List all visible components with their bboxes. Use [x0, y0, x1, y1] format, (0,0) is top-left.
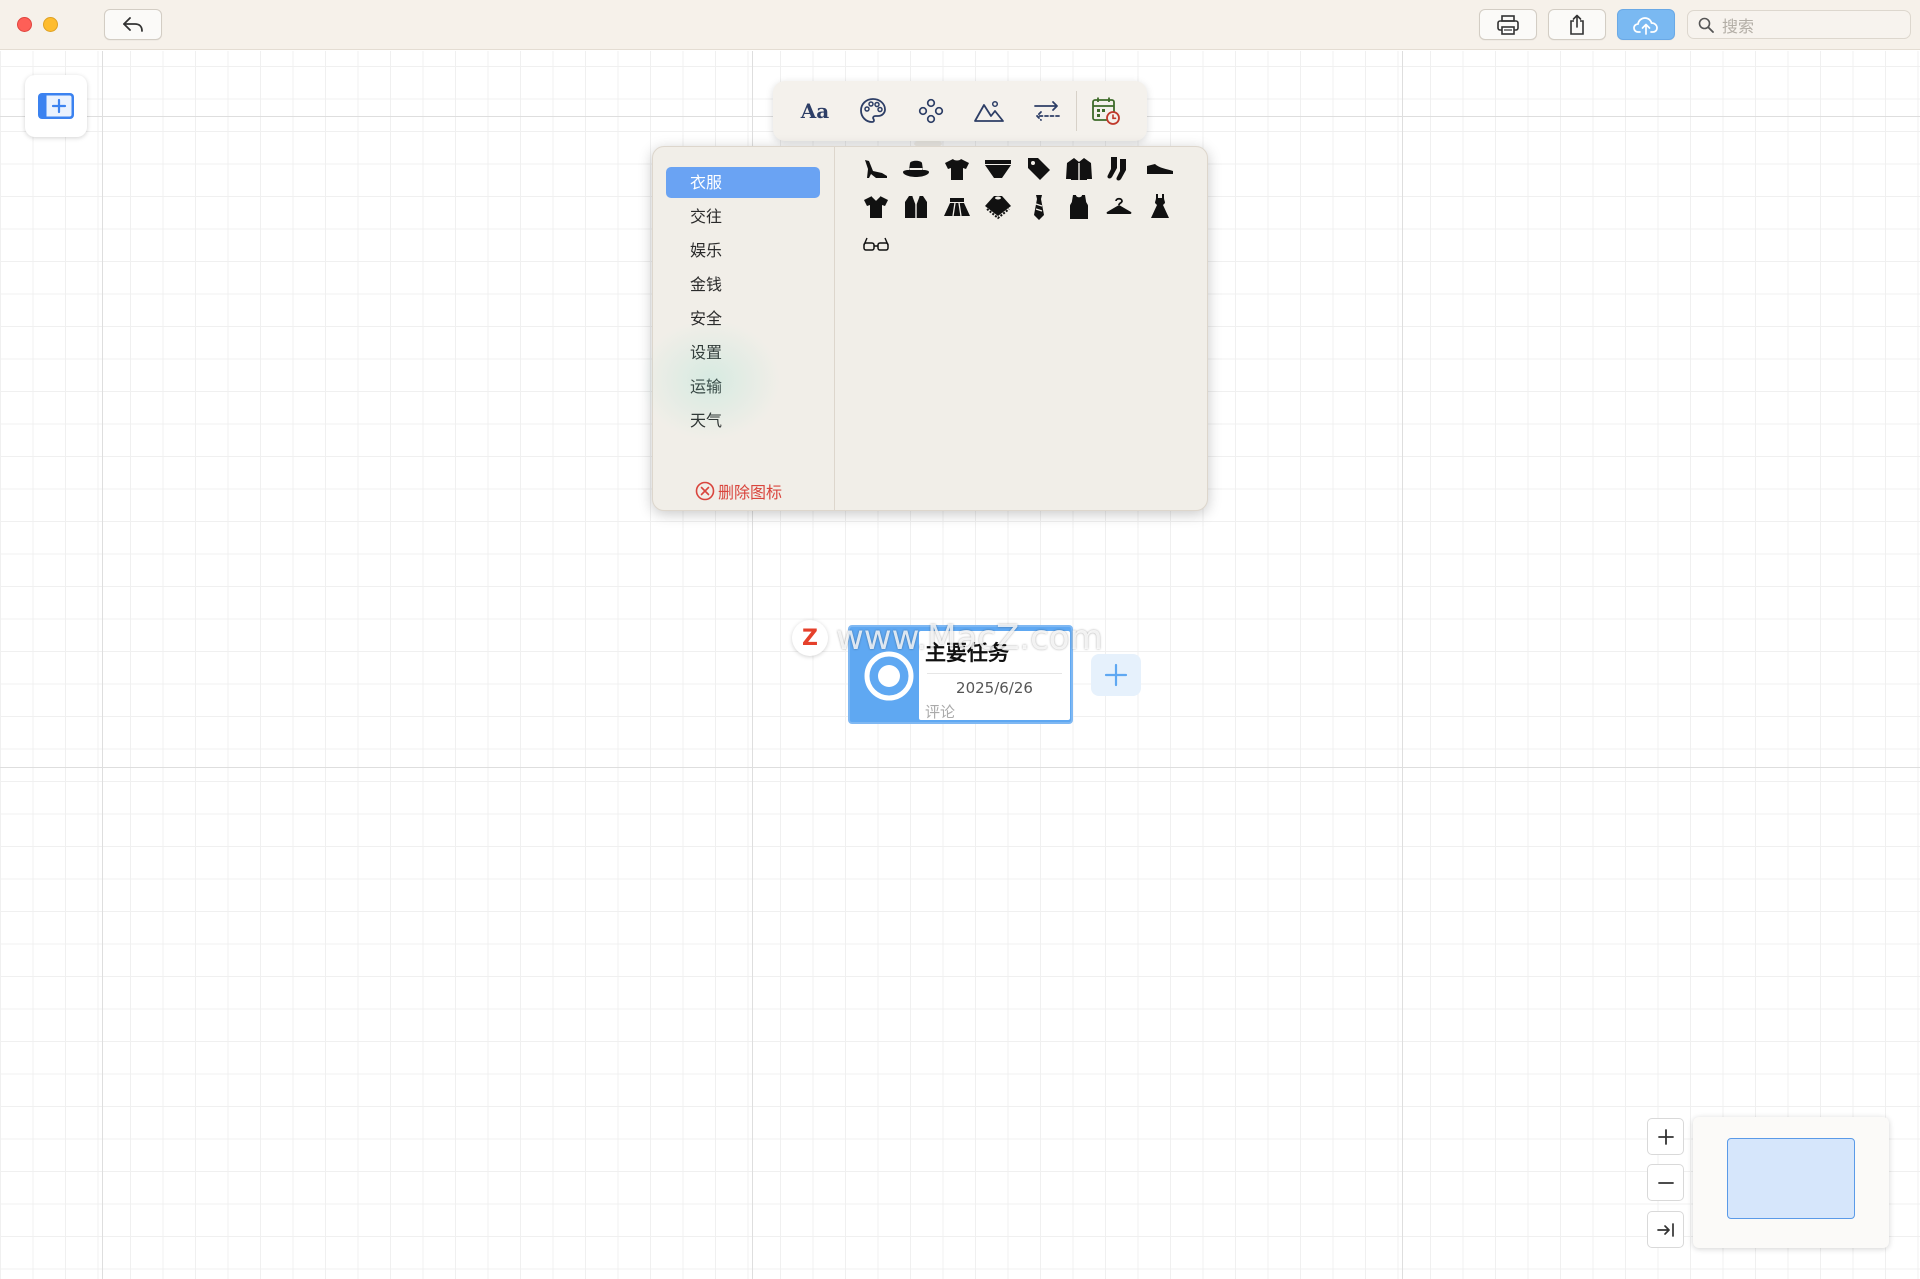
high-heel-icon[interactable] — [859, 152, 893, 186]
plus-icon — [1104, 663, 1128, 687]
underwear-icon[interactable] — [981, 152, 1015, 186]
category-entertainment[interactable]: 娱乐 — [666, 235, 820, 266]
delete-icon-button[interactable]: 删除图标 — [695, 479, 782, 503]
category-security[interactable]: 安全 — [666, 303, 820, 334]
category-weather[interactable]: 天气 — [666, 405, 820, 436]
share-button[interactable] — [1548, 9, 1606, 40]
shirt-icon[interactable] — [859, 190, 893, 224]
links-icon — [1034, 101, 1060, 121]
poncho-icon[interactable] — [981, 190, 1015, 224]
tshirt-icon[interactable] — [940, 152, 974, 186]
search-placeholder: 搜索 — [1722, 16, 1755, 36]
category-clothes[interactable]: 衣服 — [666, 167, 820, 198]
target-icon — [864, 651, 914, 701]
category-social[interactable]: 交往 — [666, 201, 820, 232]
search-field[interactable]: 搜索 — [1687, 10, 1911, 39]
fit-icon — [1656, 1222, 1674, 1237]
back-icon — [123, 16, 143, 32]
price-tag-icon[interactable] — [1022, 152, 1056, 186]
sneaker-icon[interactable] — [1143, 152, 1177, 186]
tie-icon[interactable] — [1022, 190, 1056, 224]
add-board-icon — [38, 93, 74, 119]
text-style-icon: Aa — [800, 99, 830, 123]
category-money[interactable]: 金钱 — [666, 269, 820, 300]
minimap-viewport[interactable] — [1727, 1138, 1855, 1219]
icon-picker-button[interactable] — [902, 87, 960, 135]
floating-toolbar: Aa — [773, 81, 1147, 141]
grid-line — [102, 51, 103, 1279]
minus-icon — [1657, 1181, 1674, 1184]
fit-to-screen-button[interactable] — [1647, 1211, 1684, 1248]
minimize-window-button[interactable] — [43, 17, 58, 32]
watermark: Z www.MacZ.com — [792, 618, 1103, 658]
back-button[interactable] — [104, 9, 162, 40]
socks-icon[interactable] — [1102, 152, 1136, 186]
image-button[interactable] — [960, 87, 1018, 135]
tank-top-icon[interactable] — [1062, 190, 1096, 224]
watermark-text: www.MacZ.com — [836, 618, 1103, 658]
zoom-out-button[interactable] — [1647, 1164, 1684, 1201]
color-button[interactable] — [844, 87, 902, 135]
cloud-sync-button[interactable] — [1617, 9, 1675, 40]
jacket-icon[interactable] — [1062, 152, 1096, 186]
icon-category-list: 衣服 交往 娱乐 金钱 安全 设置 运输 天气 删除图标 — [653, 147, 835, 510]
category-settings[interactable]: 设置 — [666, 337, 820, 368]
relations-button[interactable] — [1018, 87, 1076, 135]
title-bar: 搜索 — [0, 0, 1920, 50]
schedule-button[interactable] — [1077, 87, 1135, 135]
hat-icon[interactable] — [899, 152, 933, 186]
zoom-in-button[interactable] — [1647, 1118, 1684, 1155]
print-button[interactable] — [1479, 9, 1537, 40]
cloud-upload-icon — [1633, 16, 1658, 35]
share-icon — [1570, 14, 1584, 35]
minimap[interactable] — [1693, 1117, 1889, 1248]
icon-picker-icon — [918, 98, 944, 124]
add-child-node-button[interactable] — [1091, 654, 1141, 696]
remove-circle-icon — [695, 481, 715, 501]
close-window-button[interactable] — [17, 17, 32, 32]
add-sheet-button[interactable] — [25, 75, 87, 137]
node-divider — [927, 673, 1062, 674]
delete-icon-label: 删除图标 — [718, 483, 783, 502]
category-transport[interactable]: 运输 — [666, 371, 820, 402]
plus-icon — [1657, 1128, 1674, 1145]
node-comment-field[interactable]: 评论 — [925, 701, 955, 722]
text-style-button[interactable]: Aa — [786, 87, 844, 135]
calendar-icon — [1092, 97, 1120, 125]
glasses-icon[interactable] — [859, 227, 893, 261]
dress-icon[interactable] — [1143, 190, 1177, 224]
node-date: 2025/6/26 — [956, 679, 1033, 697]
grid-line — [0, 767, 1920, 768]
image-icon — [974, 100, 1004, 122]
vest-icon[interactable] — [899, 190, 933, 224]
grid-line — [1402, 51, 1403, 1279]
search-icon — [1698, 17, 1714, 33]
print-icon — [1497, 14, 1519, 35]
hanger-icon[interactable] — [1102, 190, 1136, 224]
skirt-icon[interactable] — [940, 190, 974, 224]
palette-icon — [860, 98, 886, 123]
watermark-logo: Z — [792, 620, 828, 656]
